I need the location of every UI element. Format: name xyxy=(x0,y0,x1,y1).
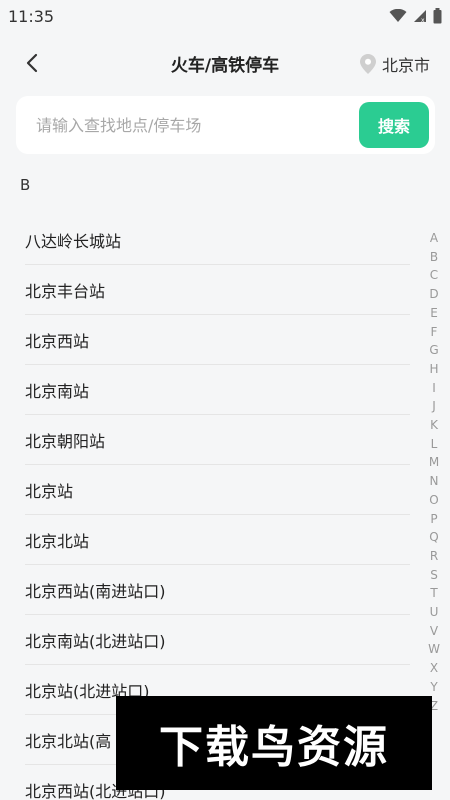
station-item[interactable]: 北京朝阳站 xyxy=(25,415,410,465)
header: 火车/高铁停车 北京市 xyxy=(0,40,450,86)
index-letter[interactable]: C xyxy=(430,266,438,285)
index-letter[interactable]: D xyxy=(429,285,438,304)
station-item[interactable]: 北京南站 xyxy=(25,365,410,415)
index-letter[interactable]: I xyxy=(432,379,436,398)
index-letter[interactable]: N xyxy=(430,472,439,491)
index-letter[interactable]: M xyxy=(429,453,439,472)
search-box: 搜索 xyxy=(16,96,435,154)
index-letter[interactable]: H xyxy=(429,360,438,379)
index-letter[interactable]: K xyxy=(430,416,438,435)
station-item[interactable]: 北京西站 xyxy=(25,315,410,365)
index-letter[interactable]: B xyxy=(430,248,438,267)
wifi-icon xyxy=(389,9,407,22)
index-letter[interactable]: W xyxy=(428,640,440,659)
index-letter[interactable]: T xyxy=(430,584,437,603)
alphabet-index[interactable]: ABCDEFGHIJKLMNOPQRSTUVWXYZ xyxy=(426,229,442,715)
index-letter[interactable]: S xyxy=(430,566,438,585)
status-icons: x xyxy=(389,8,442,24)
status-bar: 11:35 x xyxy=(0,0,450,32)
search-input[interactable] xyxy=(36,115,336,135)
svg-text:x: x xyxy=(421,17,425,23)
index-letter[interactable]: G xyxy=(429,341,438,360)
index-letter[interactable]: P xyxy=(430,510,437,529)
index-letter[interactable]: V xyxy=(430,622,438,641)
index-letter[interactable]: Y xyxy=(430,678,437,697)
station-item[interactable]: 北京北站 xyxy=(25,515,410,565)
city-label: 北京市 xyxy=(381,56,430,75)
index-letter[interactable]: O xyxy=(429,491,438,510)
station-item[interactable]: 北京丰台站 xyxy=(25,265,410,315)
station-item[interactable]: 北京站 xyxy=(25,465,410,515)
index-letter[interactable]: U xyxy=(430,603,439,622)
index-letter[interactable]: E xyxy=(430,304,438,323)
index-letter[interactable]: R xyxy=(430,547,438,566)
index-letter[interactable]: Q xyxy=(429,528,438,547)
station-item[interactable]: 北京南站(北进站口) xyxy=(25,615,410,665)
index-letter[interactable]: F xyxy=(431,323,438,342)
station-item[interactable]: 北京西站(南进站口) xyxy=(25,565,410,615)
watermark: 下载鸟资源 xyxy=(116,696,432,790)
index-letter[interactable]: J xyxy=(432,397,436,416)
index-letter[interactable]: L xyxy=(431,435,438,454)
location-pin-icon xyxy=(359,54,376,74)
battery-icon xyxy=(433,8,442,24)
index-letter[interactable]: X xyxy=(430,659,438,678)
index-letter[interactable]: A xyxy=(430,229,438,248)
section-header: B xyxy=(20,176,31,194)
status-time: 11:35 xyxy=(8,6,55,26)
search-button[interactable]: 搜索 xyxy=(359,102,429,148)
city-selector[interactable]: 北京市 xyxy=(359,52,430,76)
station-item[interactable]: 八达岭长城站 xyxy=(25,215,410,265)
signal-icon: x xyxy=(414,10,426,23)
